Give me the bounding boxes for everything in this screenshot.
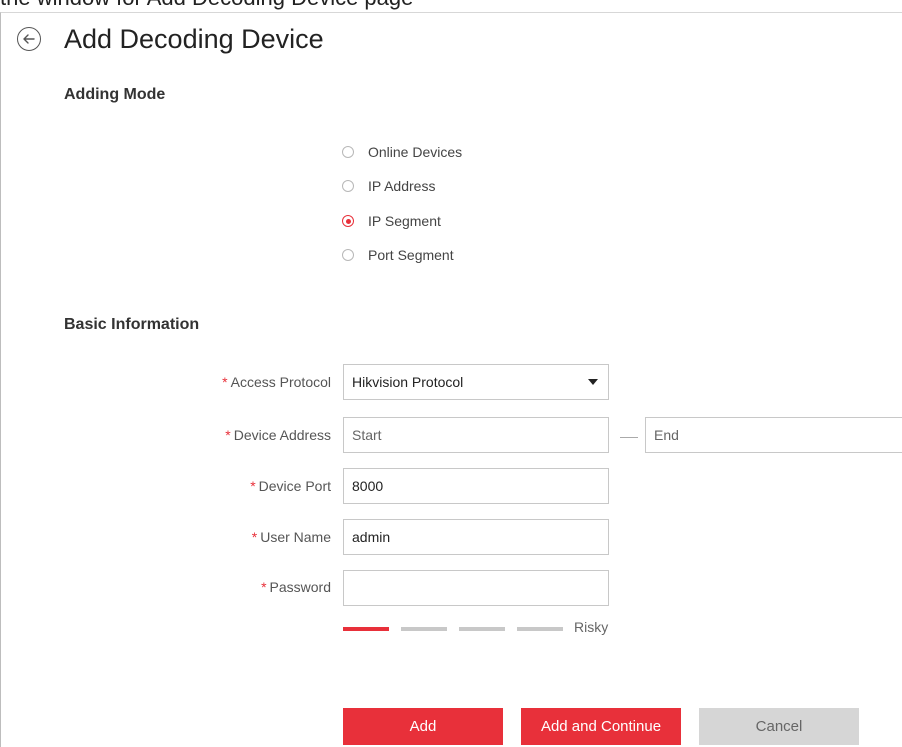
user-name-input[interactable] [343,519,609,555]
radio-label: IP Segment [368,213,441,229]
add-and-continue-button[interactable]: Add and Continue [521,708,681,745]
device-address-label: * Device Address [225,427,331,443]
required-mark: * [250,478,256,494]
radio-indicator[interactable] [342,249,354,261]
radio-ip-address[interactable]: IP Address [342,176,435,196]
back-button[interactable] [17,27,41,51]
radio-port-segment[interactable]: Port Segment [342,245,454,265]
password-label: * Password [261,579,331,595]
radio-label: IP Address [368,178,436,194]
device-port-label: * Device Port [250,478,331,494]
device-address-end-input[interactable] [645,417,902,453]
radio-ip-segment[interactable]: IP Segment [342,211,441,231]
page-title: Add Decoding Device [64,24,324,54]
password-input[interactable] [343,570,609,606]
password-strength-label: Risky [574,619,609,635]
add-button[interactable]: Add [343,708,503,745]
user-name-label: * User Name [251,529,331,545]
access-protocol-select[interactable]: Hikvision Protocol [343,364,609,400]
basic-information-title: Basic Information [64,316,200,333]
strength-segment [517,627,563,631]
range-separator [620,437,638,438]
required-mark: * [251,529,258,545]
radio-indicator-selected[interactable] [342,215,354,227]
chevron-down-icon [588,379,598,385]
back-arrow-icon [23,34,35,44]
radio-indicator[interactable] [342,146,354,158]
radio-label: Port Segment [368,247,454,263]
required-mark: * [222,374,228,390]
radio-label: Online Devices [368,144,463,160]
adding-mode-title: Adding Mode [64,86,166,103]
required-mark: * [225,427,231,443]
strength-segment [459,627,505,631]
radio-indicator[interactable] [342,180,354,192]
device-port-input[interactable] [343,468,609,504]
strength-segment [401,627,447,631]
required-mark: * [261,579,267,595]
caption-text: the window for Add Decoding Device page [0,0,902,10]
cancel-button[interactable]: Cancel [699,708,859,745]
access-protocol-value: Hikvision Protocol [352,374,464,390]
radio-online-devices[interactable]: Online Devices [342,142,462,162]
strength-segment [343,627,389,631]
device-address-start-input[interactable] [343,417,609,453]
access-protocol-label: * Access Protocol [222,374,331,390]
